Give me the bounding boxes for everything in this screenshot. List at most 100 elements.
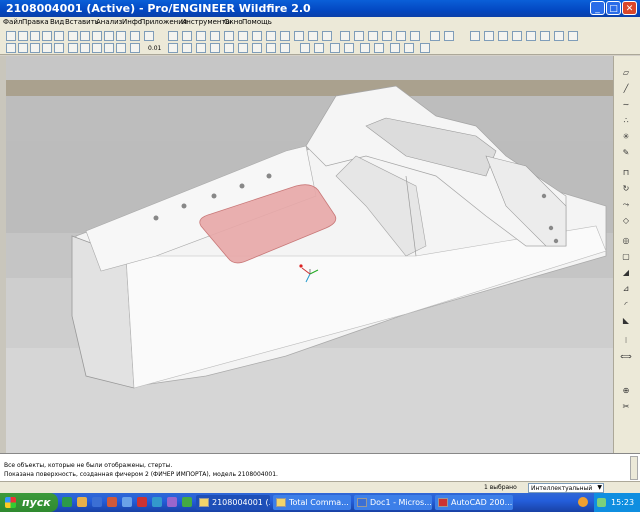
toolbar-button[interactable]: [182, 43, 192, 53]
toolbar-button[interactable]: [368, 31, 378, 41]
hole-icon[interactable]: ◎: [618, 236, 634, 246]
taskbar-button-word[interactable]: Doc1 - Micros...: [354, 495, 432, 510]
toolbar-button[interactable]: [554, 31, 564, 41]
message-scrollbar[interactable]: [630, 456, 638, 480]
toolbar-button[interactable]: [80, 31, 90, 41]
toolbar-button[interactable]: [182, 31, 192, 41]
shell-icon[interactable]: ▢: [618, 252, 634, 262]
toolbar-button[interactable]: [340, 31, 350, 41]
toolbar-button[interactable]: [512, 31, 522, 41]
toolbar-button[interactable]: [116, 31, 126, 41]
toolbar-button[interactable]: [280, 31, 290, 41]
taskbar-button-total-commander[interactable]: Total Comma...: [273, 495, 351, 510]
quick-launch-icon[interactable]: [122, 497, 132, 507]
close-button[interactable]: ✕: [622, 1, 637, 15]
curve-icon[interactable]: ∼: [618, 100, 634, 110]
quick-launch-icon[interactable]: [152, 497, 162, 507]
toolbar-button[interactable]: [224, 43, 234, 53]
toolbar-button[interactable]: [54, 43, 64, 53]
toolbar-button[interactable]: [104, 31, 114, 41]
toolbar-button[interactable]: [104, 43, 114, 53]
toolbar-button[interactable]: [540, 31, 550, 41]
toolbar-button[interactable]: [300, 43, 310, 53]
sketch-icon[interactable]: ✎: [618, 148, 634, 158]
toolbar-button[interactable]: [354, 31, 364, 41]
toolbar-button[interactable]: [444, 31, 454, 41]
toolbar-button[interactable]: [390, 43, 400, 53]
toolbar-button[interactable]: [404, 43, 414, 53]
tray-icon[interactable]: [597, 498, 606, 507]
toolbar-button[interactable]: [238, 31, 248, 41]
start-button[interactable]: пуск: [0, 493, 58, 512]
toolbar-button[interactable]: [430, 31, 440, 41]
toolbar-button[interactable]: [266, 31, 276, 41]
toolbar-button[interactable]: [344, 43, 354, 53]
round-icon[interactable]: ◜: [618, 300, 634, 310]
quick-launch-icon[interactable]: [107, 497, 117, 507]
toolbar-button[interactable]: [42, 31, 52, 41]
toolbar-button[interactable]: [168, 43, 178, 53]
toolbar-button[interactable]: [68, 31, 78, 41]
taskbar-button-autocad[interactable]: AutoCAD 200...: [435, 495, 513, 510]
menu-view[interactable]: Вид: [50, 18, 64, 26]
toolbar-button[interactable]: [294, 31, 304, 41]
quick-launch-icon[interactable]: [137, 497, 147, 507]
toolbar-button[interactable]: [420, 43, 430, 53]
quick-launch-icon[interactable]: [182, 497, 192, 507]
toolbar-button[interactable]: [80, 43, 90, 53]
toolbar-button[interactable]: [322, 31, 332, 41]
menu-help[interactable]: Помощь: [242, 18, 272, 26]
quick-launch-icon[interactable]: [62, 497, 72, 507]
toolbar-button[interactable]: [330, 43, 340, 53]
toolbar-button[interactable]: [130, 43, 140, 53]
toolbar-button[interactable]: [410, 31, 420, 41]
toolbar-button[interactable]: [18, 31, 28, 41]
quick-launch-icon[interactable]: [167, 497, 177, 507]
toolbar-button[interactable]: [30, 31, 40, 41]
csys-icon[interactable]: ✳: [618, 132, 634, 142]
toolbar-button[interactable]: [314, 43, 324, 53]
rib-icon[interactable]: ◢: [618, 268, 634, 278]
toolbar-button[interactable]: [252, 43, 262, 53]
minimize-button[interactable]: _: [590, 1, 605, 15]
toolbar-button[interactable]: [238, 43, 248, 53]
toolbar-button[interactable]: [130, 31, 140, 41]
draft-icon[interactable]: ⊿: [618, 284, 634, 294]
quick-launch-icon[interactable]: [77, 497, 87, 507]
toolbar-button[interactable]: [6, 43, 16, 53]
toolbar-button[interactable]: [92, 31, 102, 41]
filter-select[interactable]: Интеллектуальный ▼: [528, 483, 604, 493]
chamfer-icon[interactable]: ◣: [618, 316, 634, 326]
blend-icon[interactable]: ◇: [618, 216, 634, 226]
toolbar-button[interactable]: [68, 43, 78, 53]
toolbar-button[interactable]: [374, 43, 384, 53]
graphics-viewport[interactable]: [6, 56, 613, 453]
toolbar-button[interactable]: [396, 31, 406, 41]
toolbar-button[interactable]: [498, 31, 508, 41]
trim-icon[interactable]: ✂: [618, 402, 634, 412]
toolbar-button[interactable]: [360, 43, 370, 53]
toolbar-button[interactable]: [18, 43, 28, 53]
taskbar-button-proe[interactable]: 2108004001 (...: [196, 495, 270, 510]
menu-insert[interactable]: Вставить: [65, 18, 99, 26]
menu-applications[interactable]: Приложения: [140, 18, 187, 26]
toolbar-button[interactable]: [42, 43, 52, 53]
toolbar-button[interactable]: [54, 31, 64, 41]
toolbar-button[interactable]: [116, 43, 126, 53]
sweep-icon[interactable]: ⤳: [618, 200, 634, 210]
toolbar-button[interactable]: [92, 43, 102, 53]
tray-icon[interactable]: [578, 497, 588, 507]
toolbar-button[interactable]: [224, 31, 234, 41]
toolbar-button[interactable]: [252, 31, 262, 41]
merge-icon[interactable]: ⊕: [618, 386, 634, 396]
point-icon[interactable]: ∴: [618, 116, 634, 126]
pattern-icon[interactable]: ⁝: [618, 336, 634, 346]
toolbar-button[interactable]: [484, 31, 494, 41]
toolbar-button[interactable]: [568, 31, 578, 41]
toolbar-button[interactable]: [168, 31, 178, 41]
menu-file[interactable]: Файл: [3, 18, 22, 26]
toolbar-button[interactable]: [196, 43, 206, 53]
toolbar-button[interactable]: [210, 43, 220, 53]
extrude-icon[interactable]: ⊓: [618, 168, 634, 178]
datum-plane-icon[interactable]: ▱: [618, 68, 634, 78]
